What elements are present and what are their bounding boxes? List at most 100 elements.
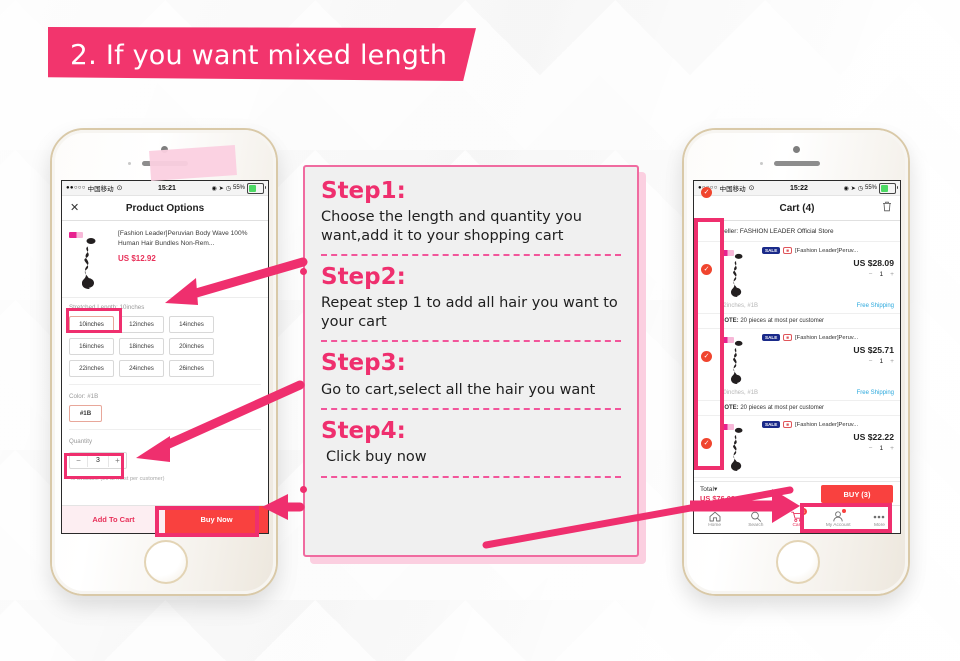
step-3-body: Go to cart,select all the hair you want (321, 381, 596, 398)
step-bullet-left-1 (300, 268, 307, 275)
quantity-value[interactable]: 1 (879, 271, 883, 278)
delete-icon[interactable] (878, 199, 892, 217)
rotation-lock-icon: ◉ (843, 185, 849, 192)
step-separator (321, 254, 621, 257)
total-text: Total (700, 486, 714, 493)
proximity-sensor-icon (128, 162, 131, 165)
cart-item-quantity-stepper[interactable]: − 1 + (762, 358, 894, 365)
buy-button[interactable]: BUY (3) (821, 485, 893, 503)
cart-item-row[interactable]: ✓ SALE ■ [Fashion Leader]Peruv... (694, 329, 900, 401)
home-button[interactable] (144, 540, 188, 584)
quantity-decrease-button[interactable]: − (869, 358, 873, 365)
step-separator (321, 340, 621, 343)
cart-item-row[interactable]: ✓ SALE ■ [Fashion Leader]Peruv... (694, 416, 900, 478)
tab-search[interactable]: Search (735, 506, 776, 533)
status-right-cluster: ◉ ➤ ◷ 55% (843, 182, 898, 194)
step-3-heading: Step3: (321, 350, 406, 377)
length-option-14inches[interactable]: 14inches (169, 316, 214, 333)
alarm-icon: ◷ (857, 185, 863, 192)
length-option-20inches[interactable]: 20inches (169, 338, 214, 355)
home-icon (709, 511, 721, 522)
step-4: Step4: Click buy now (321, 419, 621, 478)
color-option-1b[interactable]: #1B (69, 405, 102, 422)
total-label: Total▾ (700, 485, 735, 493)
phone-right-screen: ●○○○○ 中国移动 ⊙ 15:22 ◉ ➤ ◷ 55% Cart (4) ✓ (693, 180, 901, 534)
add-to-cart-button[interactable]: Add To Cart (62, 506, 165, 533)
cart-item-row[interactable]: ✓ SALE ■ [Fashion Leader]Peruv... (694, 242, 900, 314)
quantity-value[interactable]: 1 (879, 445, 883, 452)
length-option-24inches[interactable]: 24inches (119, 360, 164, 377)
cart-item-spec: 20inches, #1B (720, 390, 759, 396)
color-label: Color: #1B (69, 393, 99, 400)
length-option-26inches[interactable]: 26inches (169, 360, 214, 377)
cart-item-price: US $25.71 (853, 345, 894, 355)
steps-card: Step1: Choose the length and quantity yo… (303, 165, 639, 557)
cart-item-top: SALE ■ [Fashion Leader]Peruv... US $22.2… (720, 421, 894, 473)
cart-item-title: [Fashion Leader]Peruv... (795, 421, 859, 428)
length-option-18inches[interactable]: 18inches (119, 338, 164, 355)
length-option-22inches[interactable]: 22inches (69, 360, 114, 377)
cart-item-title-row: SALE ■ [Fashion Leader]Peruv... (762, 421, 894, 428)
status-right-cluster: ◉ ➤ ◷ 55% (211, 182, 266, 194)
nav-bar: Cart (4) (694, 196, 900, 221)
cart-item-quantity-stepper[interactable]: − 1 + (762, 271, 894, 278)
chevron-down-icon[interactable]: ▾ (714, 486, 717, 493)
step-bullet-left-2 (300, 486, 307, 493)
earpiece-speaker-icon (774, 161, 820, 166)
highlight-buy-button (800, 503, 892, 533)
total-value: US $76.02 (700, 494, 735, 503)
hair-bundle-image (731, 340, 743, 384)
clock-label: 15:21 (158, 184, 176, 192)
product-info: [Fashion Leader]Peruvian Body Wave 100% … (118, 229, 261, 291)
banner-label: If you want mixed length (105, 40, 448, 71)
tab-home-label: Home (708, 523, 721, 528)
cart-item-thumbnail (720, 421, 756, 473)
quantity-value[interactable]: 1 (879, 358, 883, 365)
carrier-label: 中国移动 (87, 186, 114, 193)
cart-item-quantity-stepper[interactable]: − 1 + (762, 445, 894, 452)
flag-badge-icon: ■ (783, 247, 793, 254)
carrier-label: 中国移动 (719, 186, 746, 193)
battery-percent-label: 55% (864, 185, 877, 191)
length-option-12inches[interactable]: 12inches (119, 316, 164, 333)
signal-dots-icon: ●●○○○ (66, 185, 86, 191)
home-button[interactable] (776, 540, 820, 584)
status-bar: ●●○○○ 中国移动 ⊙ 15:21 ◉ ➤ ◷ 55% (62, 181, 268, 196)
cart-item-top: SALE ■ [Fashion Leader]Peruv... US $25.7… (720, 334, 894, 386)
sale-badge: SALE (762, 421, 781, 428)
quantity-decrease-button[interactable]: − (869, 271, 873, 278)
quantity-increase-button[interactable]: + (890, 358, 894, 365)
trash-glyph (883, 201, 891, 212)
front-camera-icon (793, 146, 800, 153)
rotation-lock-icon: ◉ (211, 185, 217, 192)
cart-item-title-row: SALE ■ [Fashion Leader]Peruv... (762, 247, 894, 254)
banner-title: 2. If you want mixed length (70, 38, 447, 71)
cart-item-meta: 22inches, #1B Free Shipping (720, 303, 894, 309)
quantity-increase-button[interactable]: + (890, 271, 894, 278)
quantity-increase-button[interactable]: + (890, 445, 894, 452)
total-block[interactable]: Total▾ US $76.02 (700, 485, 735, 503)
step-3: Step3: Go to cart,select all the hair yo… (321, 351, 621, 399)
step-4-heading: Step4: (321, 418, 406, 445)
product-summary-row[interactable]: [Fashion Leader]Peruvian Body Wave 100% … (62, 221, 268, 298)
location-arrow-icon: ➤ (218, 185, 224, 192)
cart-limit-note: NOTE: 20 pieces at most per customer (694, 401, 900, 416)
note-body: 20 pieces at most per customer (738, 405, 825, 411)
quantity-decrease-button[interactable]: − (869, 445, 873, 452)
status-bar: ●○○○○ 中国移动 ⊙ 15:22 ◉ ➤ ◷ 55% (694, 181, 900, 196)
close-icon[interactable]: ✕ (70, 202, 84, 214)
proximity-sensor-icon (760, 162, 763, 165)
cart-item-thumbnail (720, 334, 756, 386)
cart-item-details: SALE ■ [Fashion Leader]Peruv... US $22.2… (762, 421, 894, 473)
highlight-buy-now (155, 506, 259, 537)
flag-badge-icon: ■ (783, 421, 793, 428)
banner-number: 2. (70, 38, 98, 71)
select-seller-checkbox[interactable]: ✓ (701, 187, 712, 198)
sale-badge: SALE (762, 247, 781, 254)
length-option-16inches[interactable]: 16inches (69, 338, 114, 355)
tab-home[interactable]: Home (694, 506, 735, 533)
hair-bundle-image (81, 238, 96, 289)
step-separator (321, 408, 621, 411)
step-1-heading: Step1: (321, 178, 406, 204)
cart-seller-label: ✓ Seller: FASHION LEADER Official Store (694, 187, 900, 242)
